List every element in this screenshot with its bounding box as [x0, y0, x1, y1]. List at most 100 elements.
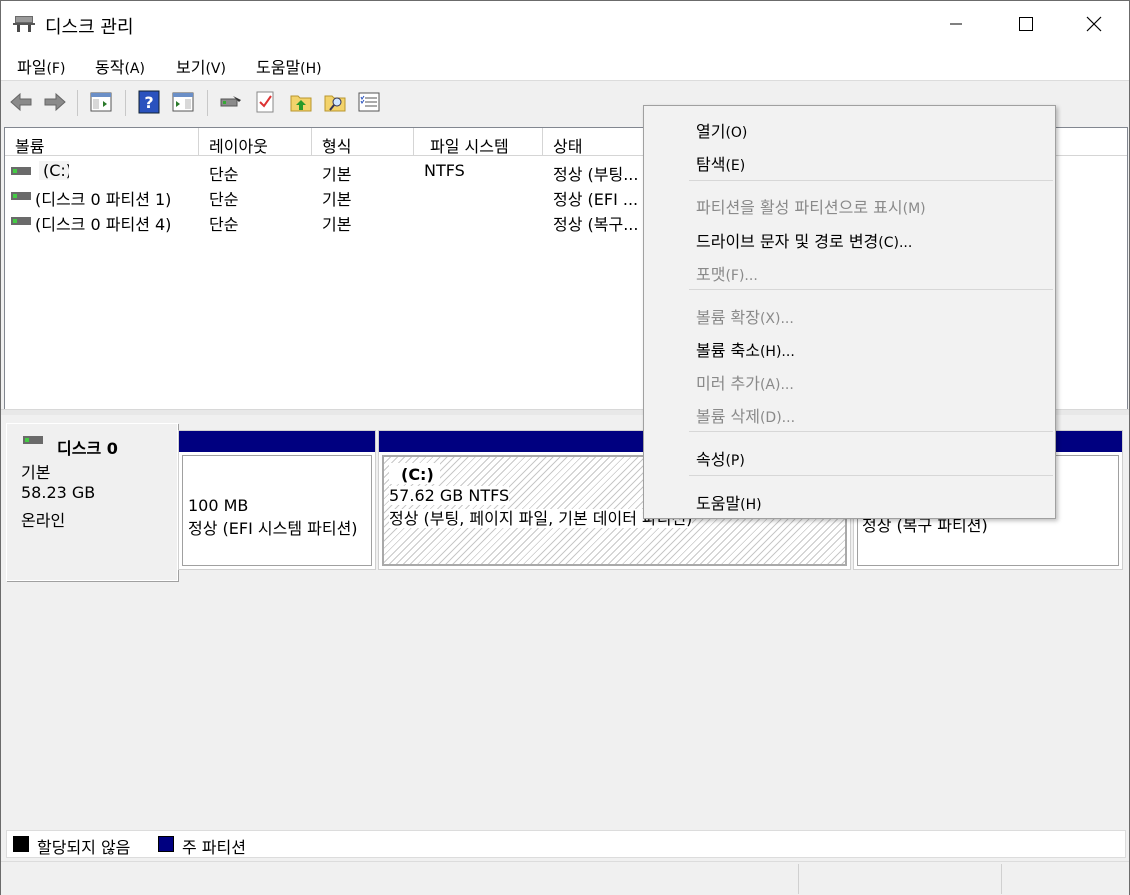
volume-layout: 단순	[209, 165, 239, 184]
menu-view[interactable]: 보기(V)	[176, 54, 226, 78]
volume-name: (디스크 0 파티션 4)	[35, 215, 172, 234]
menu-action-accel: (A)	[124, 61, 145, 77]
partition-status: 정상 (EFI 시스템 파티션)	[188, 519, 358, 538]
ctx-shrink-accel: (H)...	[759, 344, 795, 360]
close-button[interactable]	[1059, 1, 1129, 47]
legend-swatch-primary	[158, 836, 174, 852]
back-arrow-icon[interactable]	[9, 90, 33, 114]
volume-type: 기본	[322, 190, 352, 209]
column-header-layout[interactable]: 레이아웃	[199, 128, 312, 156]
ctx-add-mirror: 미러 추가(A)...	[696, 370, 794, 394]
menu-view-label: 보기	[176, 58, 206, 77]
menu-help-label: 도움말	[256, 58, 301, 77]
volume-row-c[interactable]: (C:) 단순 기본 NTFS 정상 (부팅...	[5, 159, 645, 184]
disk-0-label[interactable]: 디스크 0 기본 58.23 GB 온라인	[6, 423, 178, 581]
ctx-change-letter-label: 드라이브 문자 및 경로 변경	[696, 232, 879, 251]
ctx-properties-label: 속성	[696, 450, 726, 469]
volume-layout: 단순	[209, 215, 239, 234]
minimize-button[interactable]	[921, 1, 991, 47]
toolbar-separator	[207, 90, 208, 116]
legend-label-primary: 주 파티션	[182, 838, 246, 857]
status-bar	[1, 861, 1129, 895]
volume-type: 기본	[322, 215, 352, 234]
menu-help[interactable]: 도움말(H)	[256, 54, 322, 78]
partition-size: 57.62 GB NTFS	[389, 486, 510, 505]
menu-help-accel: (H)	[300, 61, 322, 77]
ctx-change-drive-letter[interactable]: 드라이브 문자 및 경로 변경(C)...	[696, 228, 912, 252]
ctx-delete-volume: 볼륨 삭제(D)...	[696, 403, 795, 427]
drive-icon	[11, 217, 31, 225]
disk-name: 디스크 0	[57, 439, 118, 458]
partition-name: (C:)	[389, 463, 440, 484]
menu-file-label: 파일	[17, 58, 47, 77]
ctx-explore[interactable]: 탐색(E)	[696, 151, 745, 175]
folder-up-icon[interactable]	[289, 90, 313, 114]
ctx-format: 포맷(F)...	[696, 261, 758, 285]
search-folder-icon[interactable]	[323, 90, 347, 114]
ctx-shrink-label: 볼륨 축소	[696, 341, 760, 360]
volume-status: 정상 (EFI ...	[553, 190, 639, 209]
status-divider	[1001, 864, 1002, 894]
ctx-mark-active-label: 파티션을 활성 파티션으로 표시	[696, 198, 903, 217]
partition-efi[interactable]: 100 MB 정상 (EFI 시스템 파티션)	[178, 430, 376, 570]
list-view-icon[interactable]	[357, 90, 381, 114]
ctx-help-accel: (H)	[740, 497, 762, 513]
partition-bar	[179, 431, 375, 452]
ctx-properties-accel: (P)	[725, 453, 745, 469]
toolbar-separator	[77, 90, 78, 116]
ctx-properties[interactable]: 속성(P)	[696, 446, 745, 470]
properties-view-icon[interactable]	[171, 90, 195, 114]
volume-name: (C:)	[39, 161, 69, 180]
menu-file[interactable]: 파일(F)	[17, 54, 65, 78]
help-icon[interactable]: ?	[137, 90, 161, 114]
partition-body: 100 MB 정상 (EFI 시스템 파티션)	[182, 455, 372, 566]
ctx-delete-accel: (D)...	[759, 410, 796, 426]
ctx-format-label: 포맷	[696, 265, 726, 284]
window-title: 디스크 관리	[45, 17, 134, 38]
ctx-help[interactable]: 도움말(H)	[696, 490, 762, 514]
volume-name: (디스크 0 파티션 1)	[35, 190, 172, 209]
ctx-separator	[689, 289, 1053, 290]
disk-management-icon	[13, 16, 35, 32]
menu-action[interactable]: 동작(A)	[95, 54, 145, 78]
volume-filesystem: NTFS	[424, 161, 465, 180]
legend: 할당되지 않음 주 파티션	[6, 830, 1126, 858]
volume-type: 기본	[322, 165, 352, 184]
console-tree-icon[interactable]	[89, 90, 113, 114]
volume-row-partition-1[interactable]: (디스크 0 파티션 1) 단순 기본 정상 (EFI ...	[5, 184, 645, 209]
volume-status: 정상 (복구...	[553, 215, 639, 234]
column-header-type[interactable]: 형식	[312, 128, 414, 156]
maximize-icon	[1019, 17, 1033, 31]
ctx-mirror-accel: (A)...	[759, 377, 794, 393]
toolbar-separator	[125, 90, 126, 116]
status-divider	[798, 864, 799, 894]
column-header-volume[interactable]: 볼륨	[5, 128, 199, 156]
disk-state: 온라인	[21, 511, 66, 530]
disk-management-window: 디스크 관리 파일(F) 동작(A) 보기(V) 도움말(H) ? 볼륨 레이아…	[0, 0, 1130, 895]
disk-size: 58.23 GB	[21, 483, 96, 502]
ctx-mark-active-accel: (M)	[902, 201, 926, 217]
ctx-open-accel: (O)	[725, 125, 748, 141]
ctx-shrink-volume[interactable]: 볼륨 축소(H)...	[696, 337, 795, 361]
legend-swatch-unallocated	[13, 836, 29, 852]
volume-row-partition-4[interactable]: (디스크 0 파티션 4) 단순 기본 정상 (복구...	[5, 209, 645, 234]
partition-size: 100 MB	[188, 496, 249, 515]
ctx-mirror-label: 미러 추가	[696, 374, 760, 393]
forward-arrow-icon[interactable]	[43, 90, 67, 114]
menu-bar: 파일(F) 동작(A) 보기(V) 도움말(H)	[1, 47, 1129, 81]
disk-icon	[23, 436, 43, 444]
minimize-icon	[950, 23, 962, 25]
ctx-open[interactable]: 열기(O)	[696, 118, 747, 142]
maximize-button[interactable]	[991, 1, 1061, 47]
menu-view-accel: (V)	[205, 61, 226, 77]
column-header-filesystem[interactable]: 파일 시스템	[414, 128, 543, 156]
legend-label-unallocated: 할당되지 않음	[37, 838, 131, 857]
connect-drive-icon[interactable]	[219, 90, 243, 114]
drive-icon	[11, 167, 31, 175]
ctx-delete-label: 볼륨 삭제	[696, 407, 760, 426]
close-icon	[1086, 16, 1102, 32]
checklist-icon[interactable]	[253, 90, 277, 114]
drive-icon	[11, 192, 31, 200]
ctx-separator	[689, 180, 1053, 181]
title-bar: 디스크 관리	[1, 1, 1129, 47]
